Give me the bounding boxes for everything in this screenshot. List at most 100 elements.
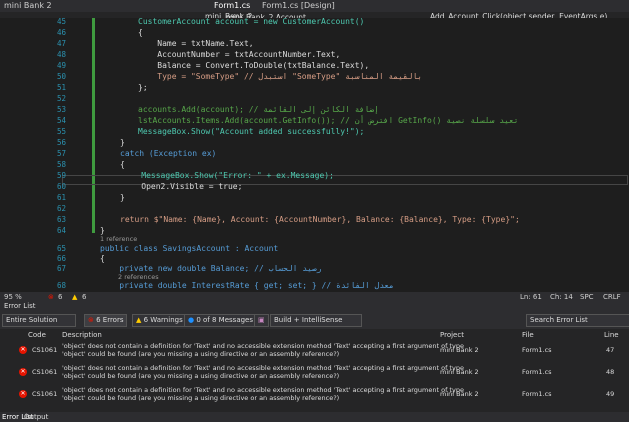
line-number: 62 bbox=[56, 204, 66, 213]
error-code[interactable]: CS1061 bbox=[32, 390, 57, 398]
tab-form1-design[interactable]: Form1.cs [Design] bbox=[262, 1, 335, 10]
error-row[interactable]: ✕ CS1061 'object' does not contain a def… bbox=[0, 386, 629, 404]
zoom-level[interactable]: 95 % bbox=[4, 293, 22, 301]
line-number: 52 bbox=[56, 94, 66, 103]
col-description[interactable]: Description bbox=[62, 331, 102, 339]
warnings-filter-button[interactable]: ▲ 6 Warnings bbox=[132, 314, 187, 327]
line-indicator: Ln: 61 bbox=[520, 293, 542, 301]
indent-mode[interactable]: SPC bbox=[580, 293, 594, 301]
document-tab-bar: mini Bank 2 Form1.cs Form1.cs [Design] bbox=[0, 0, 629, 12]
line-number: 59 bbox=[56, 171, 66, 180]
error-description: 'object' does not contain a definition f… bbox=[62, 386, 464, 394]
code-line[interactable]: CustomerAccount account = new CustomerAc… bbox=[138, 18, 364, 27]
line-number: 56 bbox=[56, 138, 66, 147]
code-line[interactable]: AccountNumber = txtAccountNumber.Text, bbox=[138, 49, 340, 60]
error-row[interactable]: ✕ CS1061 'object' does not contain a def… bbox=[0, 342, 629, 360]
code-line[interactable]: { bbox=[138, 27, 143, 38]
code-line[interactable]: Balance = Convert.ToDouble(txtBalance.Te… bbox=[138, 60, 369, 71]
line-number: 68 bbox=[56, 281, 66, 290]
error-list-toolbar: Entire Solution ⊗ 6 Errors ▲ 6 Warnings … bbox=[0, 311, 629, 329]
code-line[interactable]: private double InterestRate { get; set; … bbox=[100, 280, 394, 291]
error-icon: ✕ bbox=[19, 368, 27, 376]
error-file: Form1.cs bbox=[522, 390, 552, 398]
tab-form1-cs[interactable]: Form1.cs bbox=[214, 1, 250, 10]
error-list-header: Code Description Project File Line bbox=[0, 329, 629, 340]
code-line[interactable]: { bbox=[120, 159, 125, 170]
build-intellisense-dropdown[interactable]: Build + IntelliSense bbox=[270, 314, 362, 327]
code-line[interactable]: Type = "SomeType" // استبدل "SomeType" ب… bbox=[138, 71, 422, 82]
editor-status-bar: 95 % ⊗ 6 ▲ 6 Ln: 61 Ch: 14 SPC CRLF bbox=[0, 292, 629, 302]
line-number: 58 bbox=[56, 160, 66, 169]
code-line[interactable]: return $"Name: {Name}, Account: {Account… bbox=[120, 214, 520, 225]
line-number: 53 bbox=[56, 105, 66, 114]
code-line[interactable]: catch (Exception ex) bbox=[120, 148, 216, 159]
line-number: 46 bbox=[56, 28, 66, 37]
col-code[interactable]: Code bbox=[28, 331, 46, 339]
error-line: 48 bbox=[606, 368, 615, 376]
error-icon: ✕ bbox=[19, 346, 27, 354]
error-line: 47 bbox=[606, 346, 615, 354]
line-number: 47 bbox=[56, 39, 66, 48]
error-code[interactable]: CS1061 bbox=[32, 346, 57, 354]
status-warning-count[interactable]: 6 bbox=[82, 293, 86, 301]
error-row[interactable]: ✕ CS1061 'object' does not contain a def… bbox=[0, 364, 629, 382]
messages-filter-button[interactable]: ● 0 of 8 Messages bbox=[184, 314, 257, 327]
line-number: 54 bbox=[56, 116, 66, 125]
error-code[interactable]: CS1061 bbox=[32, 368, 57, 376]
line-ending[interactable]: CRLF bbox=[603, 293, 621, 301]
code-line[interactable]: accounts.Add(account); // إضافة الكائن إ… bbox=[138, 104, 379, 115]
col-project[interactable]: Project bbox=[440, 331, 464, 339]
code-line[interactable]: Name = txtName.Text, bbox=[138, 38, 253, 49]
column-indicator: Ch: 14 bbox=[550, 293, 573, 301]
code-line[interactable]: } bbox=[120, 192, 125, 203]
col-file[interactable]: File bbox=[522, 331, 534, 339]
error-project: mini Bank 2 bbox=[440, 390, 479, 398]
status-error-count[interactable]: 6 bbox=[58, 293, 62, 301]
code-editor[interactable]: 45 CustomerAccount account = new Customer… bbox=[0, 18, 629, 292]
error-file: Form1.cs bbox=[522, 368, 552, 376]
project-title: mini Bank 2 bbox=[4, 1, 52, 10]
col-line[interactable]: Line bbox=[604, 331, 619, 339]
error-file: Form1.cs bbox=[522, 346, 552, 354]
tab-output[interactable]: Output bbox=[24, 413, 48, 421]
error-line: 49 bbox=[606, 390, 615, 398]
error-description: 'object' does not contain a definition f… bbox=[62, 364, 464, 372]
error-list-title: Error List bbox=[4, 302, 36, 310]
error-icon: ✕ bbox=[19, 390, 27, 398]
code-line[interactable]: }; bbox=[138, 82, 148, 93]
errors-filter-label: 6 Errors bbox=[96, 316, 124, 324]
line-number: 49 bbox=[56, 61, 66, 70]
code-line[interactable]: Open2.Visible = true; bbox=[122, 181, 242, 192]
error-description: 'object' could be found (are you missing… bbox=[62, 372, 340, 380]
error-icon: ⊗ bbox=[88, 316, 97, 324]
error-description: 'object' does not contain a definition f… bbox=[62, 342, 464, 350]
code-line[interactable]: MessageBox.Show("Error: " + ex.Message); bbox=[122, 170, 334, 181]
error-project: mini Bank 2 bbox=[440, 368, 479, 376]
line-number: 50 bbox=[56, 72, 66, 81]
warnings-filter-label: 6 Warnings bbox=[143, 316, 183, 324]
code-line[interactable]: } bbox=[120, 137, 125, 148]
messages-filter-label: 0 of 8 Messages bbox=[196, 316, 253, 324]
build-filter-icon[interactable]: ▣ bbox=[254, 314, 269, 327]
errors-filter-button[interactable]: ⊗ 6 Errors bbox=[84, 314, 128, 327]
line-number: 45 bbox=[56, 18, 66, 26]
error-description: 'object' could be found (are you missing… bbox=[62, 350, 340, 358]
line-number: 63 bbox=[56, 215, 66, 224]
warning-count-icon[interactable]: ▲ bbox=[72, 293, 77, 301]
code-line[interactable]: MessageBox.Show("Account added successfu… bbox=[138, 126, 364, 137]
error-search-input[interactable]: Search Error List bbox=[526, 314, 629, 327]
code-line[interactable]: lstAccounts.Items.Add(account.GetInfo())… bbox=[138, 115, 519, 126]
scope-dropdown[interactable]: Entire Solution bbox=[2, 314, 76, 327]
line-number: 57 bbox=[56, 149, 66, 158]
error-list-titlebar: Error List bbox=[0, 302, 629, 311]
line-number: 60 bbox=[56, 182, 66, 191]
error-project: mini Bank 2 bbox=[440, 346, 479, 354]
line-number: 61 bbox=[56, 193, 66, 202]
error-description: 'object' could be found (are you missing… bbox=[62, 394, 340, 402]
line-number: 51 bbox=[56, 83, 66, 92]
error-list-panel: Error List Entire Solution ⊗ 6 Errors ▲ … bbox=[0, 302, 629, 412]
bottom-tool-tabs: Error List Output bbox=[0, 412, 629, 422]
warning-icon: ▲ bbox=[136, 316, 144, 324]
error-count-icon[interactable]: ⊗ bbox=[48, 293, 54, 301]
line-number: 48 bbox=[56, 50, 66, 59]
